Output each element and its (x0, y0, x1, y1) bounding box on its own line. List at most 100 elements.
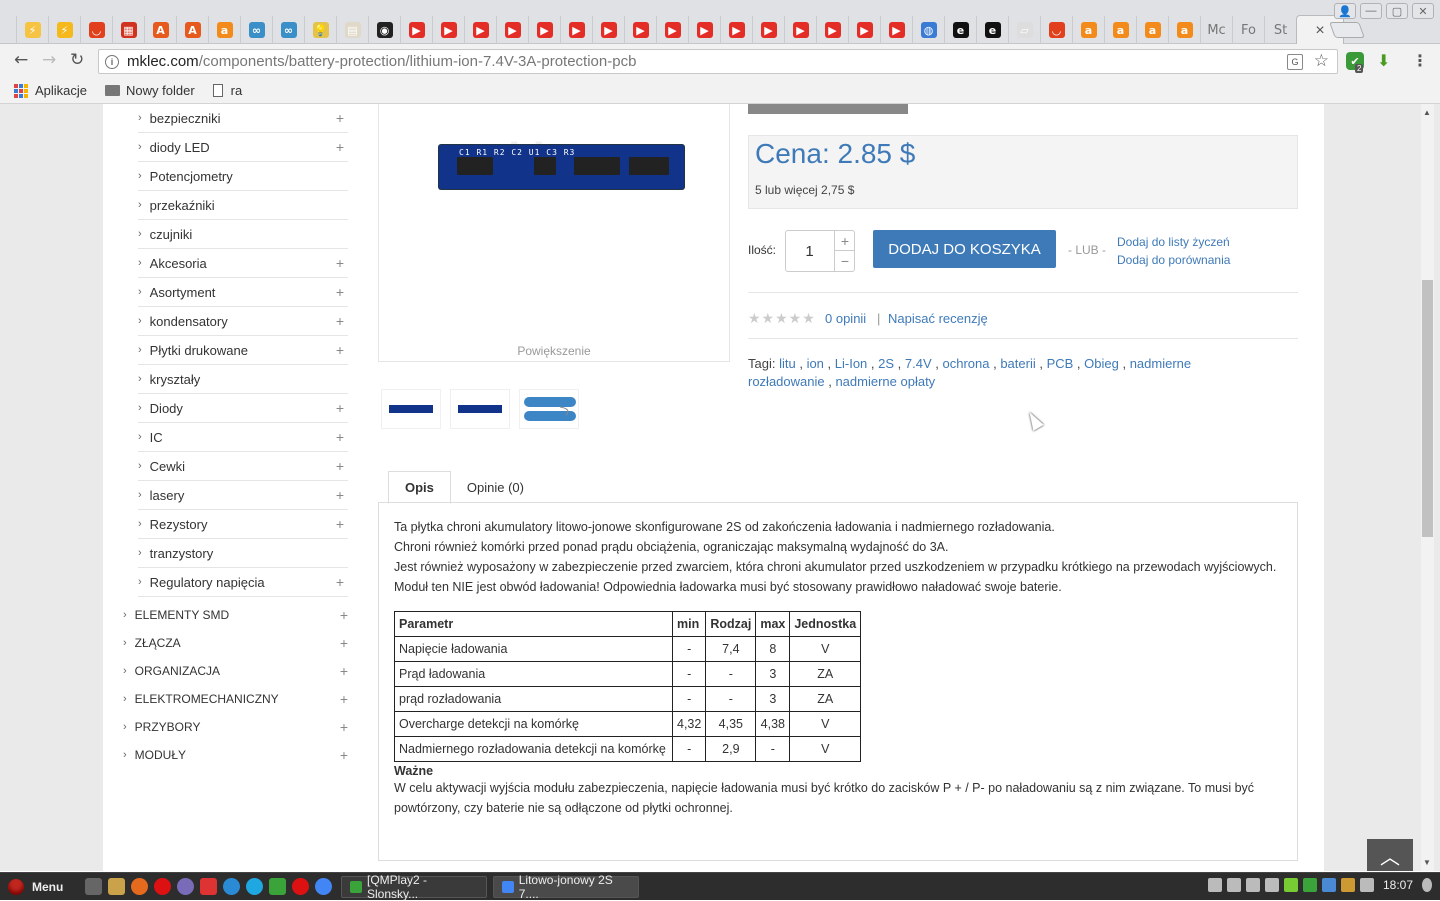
sidebar-subcategory[interactable]: › Regulatory napięcia + (138, 568, 348, 597)
app-icon[interactable] (200, 878, 218, 895)
browser-tab[interactable]: ▶ (848, 16, 880, 44)
scroll-up-icon[interactable]: ▲ (1423, 108, 1431, 117)
browser-tab[interactable]: A (144, 16, 176, 44)
sidebar-subcategory[interactable]: › kryształy (138, 365, 348, 394)
sidebar-subcategory[interactable]: › IC + (138, 423, 348, 452)
browser-tab[interactable]: e (944, 16, 976, 44)
bookmark-folder[interactable]: Nowy folder (105, 83, 195, 98)
expand-plus-icon[interactable]: + (336, 284, 344, 300)
expand-plus-icon[interactable]: + (336, 458, 344, 474)
scrollbar-thumb[interactable] (1422, 280, 1433, 537)
expand-plus-icon[interactable]: + (340, 719, 348, 735)
info-icon[interactable]: i (105, 54, 119, 69)
browser-tab[interactable]: ◍ (912, 16, 944, 44)
sidebar-category[interactable]: › MODUŁY + (123, 741, 348, 769)
expand-plus-icon[interactable]: + (340, 663, 348, 679)
sidebar-subcategory[interactable]: › Diody + (138, 394, 348, 423)
thumbnail-1[interactable] (381, 389, 441, 429)
minimize-button[interactable]: — (1360, 3, 1382, 19)
bookmark-apps[interactable]: Aplikacje (14, 83, 87, 98)
reload-icon[interactable]: ↻ (70, 52, 84, 69)
battery-icon[interactable] (1340, 878, 1355, 892)
back-icon[interactable]: ← (14, 52, 28, 69)
sidebar-subcategory[interactable]: › Akcesoria + (138, 249, 348, 278)
browser-tab[interactable]: Fo (1232, 16, 1264, 44)
browser-tab[interactable]: ▶ (624, 16, 656, 44)
close-tab-icon[interactable]: × (1315, 22, 1324, 40)
expand-plus-icon[interactable]: + (336, 342, 344, 358)
browser-tab[interactable]: 💡 (304, 16, 336, 44)
expand-plus-icon[interactable]: + (336, 487, 344, 503)
files-icon[interactable] (108, 878, 126, 895)
sidebar-subcategory[interactable]: › lasery + (138, 481, 348, 510)
add-to-compare-link[interactable]: Dodaj do porównania (1117, 253, 1230, 267)
app-icon[interactable] (177, 878, 195, 895)
browser-tab[interactable]: ⚡ (48, 16, 80, 44)
thumbnail-2[interactable] (450, 389, 510, 429)
tag-link[interactable]: Li-Ion (835, 356, 868, 371)
zoom-label[interactable]: Powiększenie (379, 344, 729, 358)
quantity-input[interactable] (786, 231, 833, 271)
browser-tab[interactable]: ▶ (496, 16, 528, 44)
browser-tab[interactable]: ∞ (272, 16, 304, 44)
browser-tab[interactable]: ⚡ (16, 16, 48, 44)
tag-link[interactable]: Obieg (1084, 356, 1119, 371)
tray-icon[interactable] (1283, 878, 1298, 892)
taskbar-window-button[interactable]: [QMPlay2 - Slonsky... (341, 873, 488, 901)
player-icon[interactable] (269, 878, 287, 895)
start-menu-button[interactable]: Menu (0, 873, 71, 901)
browser-tab[interactable]: a (1168, 16, 1200, 44)
address-bar[interactable]: i mklec.com/components/battery-protectio… (98, 49, 1338, 74)
tray-icon[interactable] (1207, 878, 1222, 892)
tray-icon[interactable] (1321, 878, 1336, 892)
tag-link[interactable]: baterii (1000, 356, 1035, 371)
product-image-box[interactable]: mklec C1 R1 R2 C2 U1 C3 R3 Powiększenie (378, 104, 730, 362)
product-image-pcb[interactable]: C1 R1 R2 C2 U1 C3 R3 (439, 145, 684, 189)
keyboard-icon[interactable] (1359, 878, 1374, 892)
browser-tab[interactable]: a (1136, 16, 1168, 44)
sidebar-category[interactable]: › ELEKTROMECHANICZNY + (123, 685, 348, 713)
browser-tab[interactable]: ▶ (688, 16, 720, 44)
browser-tab[interactable]: ▶ (720, 16, 752, 44)
scroll-to-top-button[interactable]: ︿ (1367, 839, 1413, 871)
page-scrollbar[interactable]: ▲ ▼ (1421, 104, 1434, 871)
add-to-wishlist-link[interactable]: Dodaj do listy życzeń (1117, 235, 1230, 249)
settings-icon[interactable] (1264, 878, 1279, 892)
quantity-minus-button[interactable]: − (834, 251, 855, 271)
browser-tab[interactable]: ▶ (816, 16, 848, 44)
tray-icon[interactable] (1302, 878, 1317, 892)
sidebar-category[interactable]: › ELEMENTY SMD + (123, 601, 348, 629)
sidebar-category[interactable]: › ZŁĄCZA + (123, 629, 348, 657)
forward-icon[interactable]: → (42, 52, 56, 69)
bookmark-star-icon[interactable]: ☆ (1314, 51, 1329, 71)
browser-tab[interactable]: A (176, 16, 208, 44)
music-icon[interactable] (1245, 878, 1260, 892)
browser-tab[interactable]: ▶ (528, 16, 560, 44)
sidebar-subcategory[interactable]: › przekaźniki (138, 191, 348, 220)
sidebar-category[interactable]: › PRZYBORY + (123, 713, 348, 741)
tab-reviews[interactable]: Opinie (0) (451, 471, 540, 503)
taskbar-window-button[interactable]: Litowo-jonowy 2S 7.... (493, 873, 640, 901)
expand-plus-icon[interactable]: + (336, 400, 344, 416)
browser-tab[interactable]: ▶ (432, 16, 464, 44)
tab-description[interactable]: Opis (388, 471, 451, 504)
tag-link[interactable]: 7.4V (905, 356, 932, 371)
browser-tab[interactable]: ▤ (336, 16, 368, 44)
expand-plus-icon[interactable]: + (336, 255, 344, 271)
expand-plus-icon[interactable]: + (340, 691, 348, 707)
write-review-link[interactable]: Napisać recenzję (888, 311, 988, 326)
browser-tab[interactable]: a (1072, 16, 1104, 44)
browser-tab[interactable]: e (976, 16, 1008, 44)
translate-icon[interactable]: G (1287, 54, 1303, 70)
quantity-plus-button[interactable]: + (834, 231, 855, 251)
browser-tab[interactable]: ▦ (112, 16, 144, 44)
expand-plus-icon[interactable]: + (336, 313, 344, 329)
sidebar-subcategory[interactable]: › diody LED + (138, 133, 348, 162)
browser-tab[interactable]: ▶ (656, 16, 688, 44)
browser-tab[interactable]: Mc (1200, 16, 1232, 44)
expand-plus-icon[interactable]: + (336, 139, 344, 155)
opera-icon[interactable] (292, 878, 310, 895)
add-to-cart-button[interactable]: DODAJ DO KOSZYKA (873, 230, 1056, 268)
reviews-count-link[interactable]: 0 opinii (825, 311, 866, 326)
sidebar-subcategory[interactable]: › Rezystory + (138, 510, 348, 539)
